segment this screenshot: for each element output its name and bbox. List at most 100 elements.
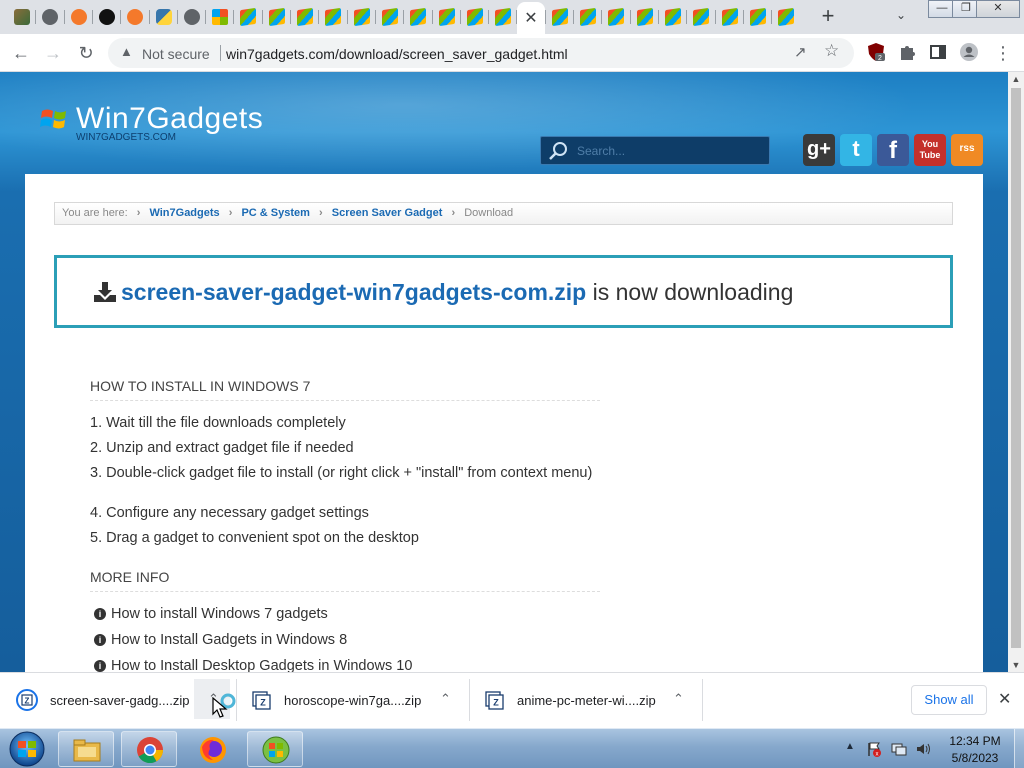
side-panel-icon[interactable] — [928, 42, 948, 62]
youtube-icon[interactable]: You Tube — [914, 134, 946, 166]
download-item[interactable]: Z horoscope-win7ga....zip ⌃ — [250, 681, 460, 719]
site-logo[interactable]: Win7Gadgets — [76, 102, 263, 136]
browser-tab[interactable] — [772, 4, 800, 30]
win7gadgets-favicon-icon — [325, 7, 341, 27]
browser-tab[interactable] — [376, 4, 404, 30]
scroll-up-arrow-icon[interactable]: ▲ — [1008, 74, 1024, 84]
address-bar[interactable]: ▲ Not secure win7gadgets.com/download/sc… — [108, 38, 854, 68]
more-info-link[interactable]: i How to Install Desktop Gadgets in Windo… — [94, 658, 412, 672]
browser-tab[interactable] — [319, 4, 347, 30]
gadgets-app-icon — [262, 736, 290, 764]
chevron-up-icon[interactable]: ⌃ — [673, 691, 684, 707]
url-text[interactable]: win7gadgets.com/download/screen_saver_ga… — [226, 46, 568, 62]
breadcrumb-link-category[interactable]: PC & System — [241, 207, 309, 219]
chrome-menu-button[interactable]: ⋮ — [990, 40, 1016, 66]
scroll-down-arrow-icon[interactable]: ▼ — [1008, 660, 1024, 670]
browser-tab[interactable] — [716, 4, 744, 30]
mouse-cursor-icon — [212, 697, 228, 718]
taskbar-chrome[interactable] — [121, 731, 177, 767]
scrollbar-thumb[interactable] — [1011, 88, 1021, 648]
search-icon[interactable] — [547, 141, 569, 161]
browser-tab[interactable] — [574, 4, 602, 30]
volume-icon[interactable] — [915, 741, 931, 757]
browser-tab[interactable] — [687, 4, 715, 30]
search-input[interactable] — [577, 142, 762, 160]
win7gadgets-favicon-icon — [637, 7, 653, 27]
bookmark-star-icon[interactable]: ☆ — [824, 41, 839, 61]
facebook-icon[interactable]: f — [877, 134, 909, 166]
windows-flag-logo-icon[interactable] — [40, 106, 68, 132]
browser-tab[interactable] — [150, 4, 178, 30]
tab-separator — [545, 10, 546, 24]
back-button[interactable]: ← — [8, 40, 34, 66]
tab-separator — [205, 10, 206, 24]
gear-favicon-icon — [71, 9, 87, 25]
more-info-link-label[interactable]: How to install Windows 7 gadgets — [111, 606, 328, 622]
browser-tab[interactable] — [93, 4, 121, 30]
network-icon[interactable] — [891, 741, 907, 757]
browser-tab[interactable] — [744, 4, 772, 30]
security-status[interactable]: Not secure — [142, 46, 210, 62]
chevron-up-icon[interactable]: ⌃ — [440, 691, 451, 707]
warning-icon[interactable]: ▲ — [120, 44, 133, 59]
page-scrollbar[interactable]: ▲ ▼ — [1008, 72, 1024, 672]
profile-avatar-icon[interactable] — [959, 42, 979, 62]
close-tab-icon[interactable]: ✕ — [524, 8, 537, 28]
browser-tab[interactable] — [121, 4, 149, 30]
more-info-link[interactable]: i How to Install Gadgets in Windows 8 — [94, 632, 347, 648]
clock-time[interactable]: 12:34 PM — [940, 734, 1010, 748]
close-shelf-icon[interactable]: ✕ — [998, 689, 1011, 709]
more-info-link-label[interactable]: How to Install Desktop Gadgets in Window… — [111, 658, 412, 672]
ublock-extension-icon[interactable]: 2 — [866, 42, 886, 62]
twitter-icon[interactable]: t — [840, 134, 872, 166]
misc-favicon-icon — [14, 9, 30, 25]
browser-tab[interactable] — [36, 4, 64, 30]
more-info-link-label[interactable]: How to Install Gadgets in Windows 8 — [111, 632, 347, 648]
browser-tab[interactable] — [631, 4, 659, 30]
breadcrumb-link-home[interactable]: Win7Gadgets — [149, 207, 219, 219]
tab-separator — [347, 10, 348, 24]
tab-search-chevron-icon[interactable]: ⌄ — [896, 8, 906, 22]
browser-tab[interactable] — [291, 4, 319, 30]
browser-tab[interactable] — [461, 4, 489, 30]
download-item[interactable]: Z anime-pc-meter-wi....zip ⌃ — [483, 681, 693, 719]
close-window-button[interactable]: ✕ — [976, 0, 1020, 18]
browser-tab[interactable] — [178, 4, 206, 30]
show-desktop-button[interactable] — [1014, 729, 1024, 768]
show-all-downloads-button[interactable]: Show all — [911, 685, 987, 715]
taskbar-win7gadgets[interactable] — [247, 731, 303, 767]
browser-tab[interactable] — [234, 4, 262, 30]
start-button-icon[interactable] — [4, 730, 50, 768]
action-center-flag-icon[interactable]: x — [866, 741, 882, 757]
taskbar-firefox[interactable] — [184, 731, 240, 767]
browser-tab[interactable] — [263, 4, 291, 30]
show-hidden-icons-arrow[interactable]: ▲ — [845, 741, 855, 752]
browser-tab[interactable] — [404, 4, 432, 30]
browser-tab[interactable] — [8, 4, 36, 30]
clock-date[interactable]: 5/8/2023 — [940, 751, 1010, 765]
browser-tab[interactable] — [489, 4, 517, 30]
breadcrumb-link-gadget[interactable]: Screen Saver Gadget — [332, 207, 443, 219]
tab-separator — [375, 10, 376, 24]
rss-icon[interactable]: rss — [951, 134, 983, 166]
tab-active[interactable]: ✕ — [517, 2, 545, 34]
browser-tab[interactable] — [65, 4, 93, 30]
browser-tab[interactable] — [206, 4, 234, 30]
browser-tab[interactable] — [546, 4, 574, 30]
download-status-suffix: is now downloading — [586, 279, 794, 305]
download-file-link[interactable]: screen-saver-gadget-win7gadgets-com.zip — [121, 279, 586, 305]
tab-separator — [149, 10, 150, 24]
browser-tab[interactable] — [433, 4, 461, 30]
share-icon[interactable]: ↗ — [794, 43, 807, 61]
browser-tab[interactable] — [659, 4, 687, 30]
google-plus-icon[interactable]: g+ — [803, 134, 835, 166]
tab-separator — [601, 10, 602, 24]
reload-button[interactable]: ↻ — [73, 40, 99, 66]
forward-button[interactable]: → — [40, 40, 66, 66]
browser-tab[interactable] — [348, 4, 376, 30]
extensions-puzzle-icon[interactable] — [897, 42, 917, 62]
more-info-link[interactable]: i How to install Windows 7 gadgets — [94, 606, 328, 622]
download-item[interactable]: Z screen-saver-gadg....zip ⌃ — [16, 679, 230, 719]
browser-tab[interactable] — [602, 4, 630, 30]
taskbar-file-explorer[interactable] — [58, 731, 114, 767]
